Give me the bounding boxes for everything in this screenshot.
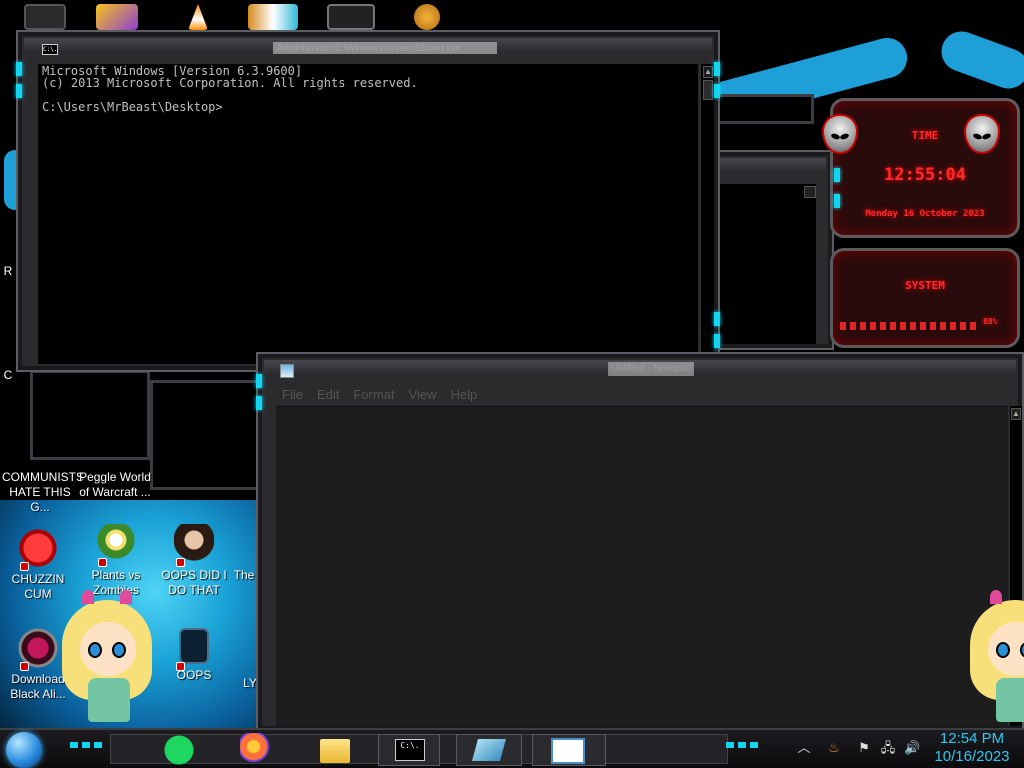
notepad-window-task-icon: [551, 738, 585, 764]
scroll-up-icon[interactable]: ▲: [703, 66, 713, 78]
cmd-task[interactable]: C:\.: [378, 734, 440, 766]
scroll-thumb[interactable]: [703, 80, 713, 100]
taskbar-accent: [726, 742, 760, 748]
desktop-icon-label: C: [3, 368, 13, 382]
desktop-icon-chuzzle[interactable]: CHUZZIN CUM: [2, 528, 74, 602]
taskbar: C:\. ︿ ♨ ⚑ 🖧 🔊 12:54 PM 10/16/2023: [0, 728, 1024, 768]
frame-accent: [834, 168, 840, 182]
menu-edit[interactable]: Edit: [311, 386, 347, 404]
taskbar-accent: [70, 742, 104, 748]
desktop-icon-label: CHUZZIN CUM: [11, 572, 65, 601]
background-window: [150, 380, 260, 490]
scroll-up-icon[interactable]: ▲: [1011, 408, 1021, 420]
clock-time: 12:54 PM: [939, 730, 1005, 747]
notepad-text-area[interactable]: [276, 406, 1008, 726]
desktop-icon-communists[interactable]: COMMUNISTS HATE THIS G...: [2, 470, 84, 515]
desktop-icon-label: Plants vs Zombies: [91, 568, 141, 597]
desktop-icon-label: The: [233, 568, 255, 582]
frame-accent: [834, 194, 840, 208]
firefox-icon[interactable]: [240, 733, 274, 767]
taskbar-clock[interactable]: 12:54 PM 10/16/2023: [926, 730, 1018, 766]
desktop-icon-plants-vs-zombies[interactable]: Plants vs Zombies: [80, 524, 152, 598]
notepad-window-title: Untitled - Notepad: [608, 362, 694, 376]
cpu-percent: 88%: [983, 317, 998, 326]
notepad-task[interactable]: [456, 734, 522, 766]
notepad-task-icon: [472, 739, 506, 761]
menu-view[interactable]: View: [403, 386, 445, 404]
system-panel: SYSTEM 88%: [830, 248, 1020, 348]
gadget-time: 12:55:04: [884, 165, 966, 185]
desktop-icon-oops-did-i[interactable]: OOPS DID I DO THAT: [158, 524, 230, 598]
volume-icon[interactable]: 🔊: [904, 740, 920, 756]
frame-accent: [714, 84, 720, 98]
desktop-icon-label: Peggle World of Warcraft ...: [79, 470, 151, 499]
top-icon-1[interactable]: [24, 4, 66, 30]
file-explorer-icon[interactable]: [318, 733, 352, 767]
cmd-window-title: Administrator: C:\Windows\system32\cmd.e…: [273, 42, 497, 54]
shortcut-arrow-icon: [20, 662, 29, 671]
frame-accent: [16, 84, 22, 98]
clock-date: 10/16/2023: [934, 748, 1010, 765]
oops-icon: [179, 628, 209, 664]
alienware-clock-gadget[interactable]: TIME 12:55:04 Monday 16 October 2023 SYS…: [800, 90, 1024, 352]
cmd-window[interactable]: C:\. Administrator: C:\Windows\system32\…: [16, 30, 720, 372]
notepad-window-icon[interactable]: [280, 364, 294, 378]
gadget-date: Monday 16 October 2023: [865, 209, 985, 219]
java-icon[interactable]: ♨: [826, 740, 842, 756]
cmd-task-icon: C:\.: [395, 739, 425, 761]
background-window: [30, 370, 150, 460]
menu-help[interactable]: Help: [444, 386, 485, 404]
shortcut-arrow-icon: [176, 558, 185, 567]
background-window: [704, 94, 814, 124]
cmd-console[interactable]: Microsoft Windows [Version 6.3.9600] (c) …: [38, 64, 698, 364]
desktop: R C C:\. Administrator: C:\Windows\syste…: [0, 0, 1024, 768]
frame-accent: [16, 62, 22, 76]
wallpaper-streak: [935, 25, 1024, 95]
desktop-icon-label: LY: [243, 676, 257, 690]
shortcut-arrow-icon: [176, 662, 185, 671]
console-prompt: C:\Users\MrBeast\Desktop>: [42, 100, 223, 114]
desktop-icon-peggle[interactable]: Peggle World of Warcraft ...: [78, 470, 152, 500]
cmd-scrollbar[interactable]: ▲: [700, 64, 714, 364]
flag-icon[interactable]: ⚑: [856, 740, 872, 756]
shortcut-arrow-icon: [20, 562, 29, 571]
vlc-icon[interactable]: [188, 4, 208, 30]
chevron-up-icon[interactable]: ︿: [796, 740, 812, 756]
desktop-icon-label: R: [3, 264, 13, 278]
menu-format[interactable]: Format: [347, 386, 402, 404]
frame-accent: [256, 374, 262, 388]
frame-accent: [714, 62, 720, 76]
network-icon[interactable]: 🖧: [880, 740, 896, 756]
spotify-icon[interactable]: [162, 733, 196, 767]
top-icon-6[interactable]: [414, 4, 440, 30]
top-icon-5[interactable]: [327, 4, 375, 30]
frame-accent: [714, 312, 720, 326]
menu-file[interactable]: File: [276, 386, 311, 404]
desktop-icon-label: COMMUNISTS HATE THIS G...: [2, 470, 84, 514]
cpu-gauge: [840, 322, 980, 330]
desktop-icon-label: OOPS DID I DO THAT: [161, 568, 227, 597]
console-line: (c) 2013 Microsoft Corporation. All righ…: [42, 76, 418, 90]
frame-accent: [714, 334, 720, 348]
desktop-icon-label: Download Black Ali...: [10, 672, 66, 701]
system-label: SYSTEM: [905, 279, 945, 292]
start-button[interactable]: [6, 732, 42, 768]
cmd-window-icon[interactable]: C:\.: [42, 44, 58, 55]
notepad-window-task[interactable]: [532, 734, 606, 766]
notepad-window[interactable]: Untitled - Notepad File Edit Format View…: [256, 352, 1024, 732]
frame-accent: [256, 396, 262, 410]
desktop-icon-oops[interactable]: OOPS: [158, 628, 230, 683]
notepad-menubar: File Edit Format View Help: [276, 386, 1018, 404]
top-icon-2[interactable]: [96, 4, 138, 30]
top-icon-4[interactable]: [248, 4, 298, 30]
shortcut-arrow-icon: [98, 558, 107, 567]
